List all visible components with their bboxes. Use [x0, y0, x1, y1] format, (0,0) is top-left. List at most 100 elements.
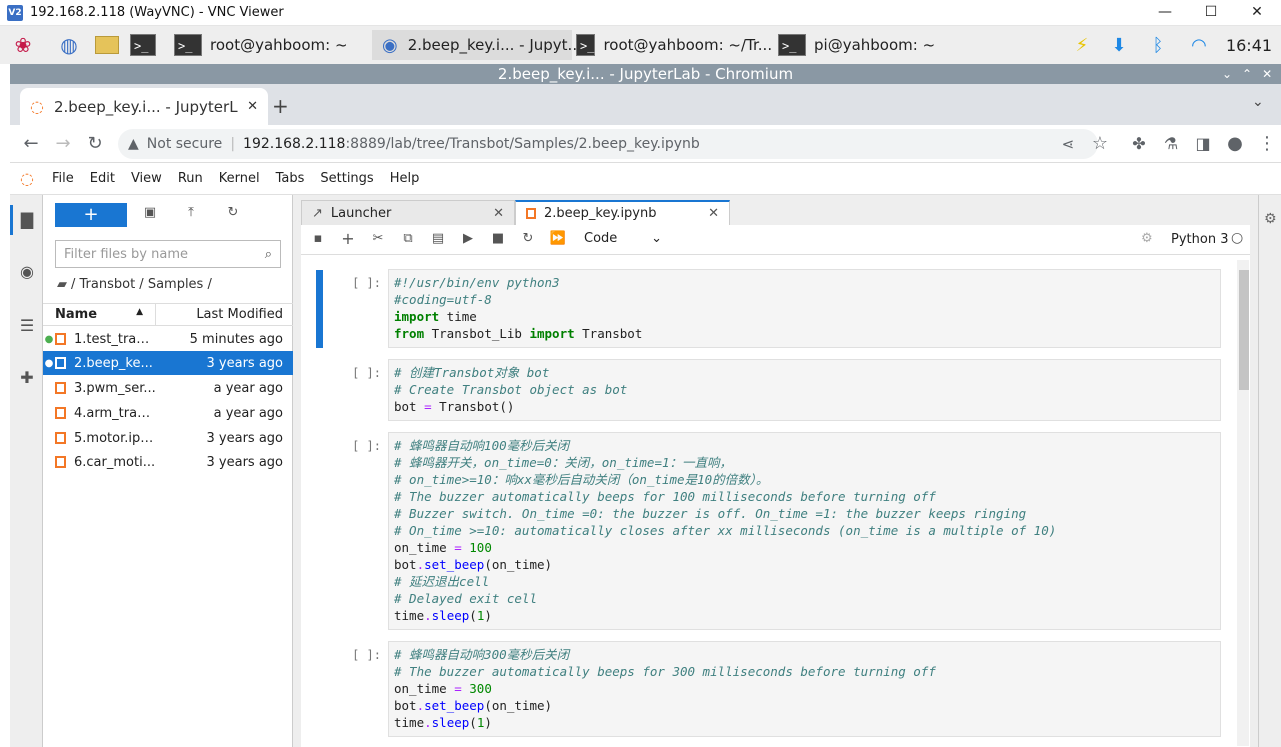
refresh-icon[interactable]: ↻ — [222, 205, 244, 225]
property-inspector-icon[interactable]: ⚙ — [1264, 211, 1277, 227]
address-bar[interactable]: ▲ Not secure | 192.168.2.118 :8889/lab/t… — [118, 129, 1098, 159]
menu-tabs[interactable]: Tabs — [268, 171, 313, 186]
raspberry-menu-icon[interactable]: ❀ — [8, 30, 38, 60]
omnibox-bar: ← → ↻ ▲ Not secure | 192.168.2.118 :8889… — [10, 125, 1281, 163]
close-tab-icon[interactable]: ✕ — [708, 206, 719, 221]
close-tab-icon[interactable]: ✕ — [493, 206, 504, 221]
file-row[interactable]: 3.pwm_ser... a year ago — [43, 376, 293, 400]
fast-forward-icon[interactable]: ⏩ — [548, 231, 568, 249]
new-folder-icon[interactable]: ▣ — [139, 205, 161, 225]
save-icon[interactable]: ▪ — [308, 231, 328, 249]
bluetooth-icon[interactable]: ᛒ — [1144, 30, 1172, 60]
vnc-logo-icon: V2 — [7, 5, 23, 21]
cell-prompt: [ ]: — [352, 366, 381, 380]
document-tabs: ↗ Launcher ✕ 2.beep_key.ipynb ✕ — [301, 200, 1250, 225]
extensions-icon[interactable]: ✤ — [1126, 131, 1152, 157]
folder-launcher-icon[interactable] — [92, 30, 122, 60]
code-cell[interactable]: # 创建Transbot对象 bot # Create Transbot obj… — [388, 359, 1221, 421]
jupyter-logo-icon: ◌ — [20, 169, 34, 188]
side-panel-icon[interactable]: ◨ — [1190, 131, 1216, 157]
file-row[interactable]: 6.car_moti... 3 years ago — [43, 450, 293, 474]
file-filter-input[interactable]: Filter files by name ⌕ — [55, 240, 281, 268]
taskbar-item-chromium[interactable]: ◉ 2.beep_key.i... - Jupyt... — [372, 30, 582, 60]
cell-prompt: [ ]: — [352, 648, 381, 662]
lightning-icon[interactable]: ⚡ — [1068, 30, 1096, 60]
notebook-icon — [55, 382, 66, 394]
browser-tab-strip: ◌ 2.beep_key.i... - JupyterL ✕ + ⌄ — [10, 84, 1281, 125]
menu-view[interactable]: View — [123, 171, 170, 186]
file-row[interactable]: ● 1.test_tran... 5 minutes ago — [43, 327, 293, 351]
scrollbar-thumb[interactable] — [1239, 270, 1249, 390]
file-row[interactable]: 5.motor.ipy... 3 years ago — [43, 426, 293, 450]
terminal-launcher-icon[interactable]: >_ — [130, 30, 164, 60]
taskbar-item-terminal-3[interactable]: >_ pi@yahboom: ~ — [778, 30, 968, 60]
upload-icon[interactable]: ⤒ — [180, 205, 202, 225]
copy-icon[interactable]: ⧉ — [398, 231, 418, 249]
breadcrumb[interactable]: ▰ / Transbot / Samples / — [57, 277, 212, 292]
insert-cell-icon[interactable]: + — [338, 229, 358, 248]
restart-icon[interactable]: ↻ — [518, 231, 538, 249]
menu-settings[interactable]: Settings — [312, 171, 381, 186]
chromium-icon: ◉ — [382, 34, 398, 56]
close-button[interactable]: ✕ — [1242, 2, 1272, 22]
profile-icon[interactable]: ● — [1222, 131, 1248, 157]
file-row[interactable]: 4.arm_tran... a year ago — [43, 401, 293, 425]
code-cell[interactable]: # 蜂鸣器自动响300毫秒后关闭 # The buzzer automatica… — [388, 641, 1221, 737]
notebook-body: [ ]: #!/usr/bin/env python3 #coding=utf-… — [301, 255, 1250, 747]
folder-icon: ▰ — [57, 277, 67, 292]
cell-type-select[interactable]: Code ⌄ — [584, 231, 662, 249]
notebook-icon — [55, 333, 66, 345]
search-icon: ⌕ — [264, 246, 272, 262]
chromium-window-controls[interactable]: ⌄⌃✕ — [1222, 64, 1281, 84]
wifi-icon[interactable]: ◠ — [1184, 30, 1214, 60]
maximize-button[interactable]: ☐ — [1196, 2, 1226, 22]
code-cell[interactable]: #!/usr/bin/env python3 #coding=utf-8 imp… — [388, 269, 1221, 348]
jupyter-menubar: ◌ File Edit View Run Kernel Tabs Setting… — [10, 163, 1281, 195]
taskbar-item-terminal-2[interactable]: >_ root@yahboom: ~/Tr... — [576, 30, 772, 60]
minimize-button[interactable]: — — [1150, 2, 1180, 22]
clock[interactable]: 16:41 — [1222, 30, 1276, 60]
menu-kebab-icon[interactable]: ⋮ — [1254, 131, 1280, 157]
browser-tab[interactable]: ◌ 2.beep_key.i... - JupyterL ✕ — [20, 88, 268, 125]
menu-kernel[interactable]: Kernel — [211, 171, 268, 186]
new-launcher-button[interactable]: + — [55, 203, 127, 227]
menu-file[interactable]: File — [44, 171, 82, 186]
kernel-name[interactable]: Python 3 — [1171, 232, 1228, 247]
tab-launcher[interactable]: ↗ Launcher ✕ — [301, 200, 515, 225]
menu-run[interactable]: Run — [170, 171, 211, 186]
code-cell[interactable]: # 蜂鸣器自动响100毫秒后关闭 # 蜂鸣器开关，on_time=0：关闭，on… — [388, 432, 1221, 630]
tab-search-icon[interactable]: ⌄ — [1252, 94, 1264, 110]
running-icon[interactable]: ◉ — [16, 261, 38, 283]
name-column-header[interactable]: Name ▲ — [43, 304, 156, 325]
toc-icon[interactable]: ☰ — [16, 315, 38, 337]
run-icon[interactable]: ▶ — [458, 231, 478, 249]
file-row[interactable]: ● 2.beep_ke... 3 years ago — [43, 351, 293, 375]
extension-icon[interactable]: ✚ — [16, 367, 38, 389]
reload-icon[interactable]: ↻ — [82, 131, 108, 157]
download-icon[interactable]: ⬇ — [1104, 30, 1134, 60]
new-tab-button[interactable]: + — [272, 94, 289, 118]
cut-icon[interactable]: ✂ — [368, 231, 388, 249]
stop-icon[interactable]: ■ — [488, 231, 508, 249]
paste-icon[interactable]: ▤ — [428, 231, 448, 249]
forward-icon[interactable]: → — [50, 131, 76, 157]
taskbar-item-terminal-1[interactable]: >_ root@yahboom: ~ — [174, 30, 364, 60]
close-tab-icon[interactable]: ✕ — [247, 99, 258, 114]
folder-icon[interactable]: ▇ — [16, 209, 38, 231]
flask-icon[interactable]: ⚗ — [1158, 131, 1184, 157]
tab-notebook[interactable]: 2.beep_key.ipynb ✕ — [515, 200, 730, 225]
chromium-window-title: 2.beep_key.i... - JupyterLab - Chromium — [10, 64, 1281, 84]
modified-column-header[interactable]: Last Modified — [157, 304, 293, 325]
bookmark-star-icon[interactable]: ☆ — [1087, 131, 1113, 157]
browser-launcher-icon[interactable]: ◍ — [54, 30, 84, 60]
back-icon[interactable]: ← — [18, 131, 44, 157]
file-browser: + ▣ ⤒ ↻ Filter files by name ⌕ ▰ / Transb… — [43, 195, 293, 747]
settings-icon[interactable]: ⚙ — [1141, 231, 1153, 246]
notebook-icon — [526, 208, 536, 219]
notebook-icon — [55, 407, 66, 419]
share-icon[interactable]: ⋖ — [1055, 131, 1081, 157]
menu-edit[interactable]: Edit — [82, 171, 123, 186]
vnc-title-bar: V2 192.168.2.118 (WayVNC) - VNC Viewer —… — [0, 0, 1281, 26]
notebook-scrollbar[interactable] — [1237, 260, 1249, 746]
menu-help[interactable]: Help — [382, 171, 428, 186]
